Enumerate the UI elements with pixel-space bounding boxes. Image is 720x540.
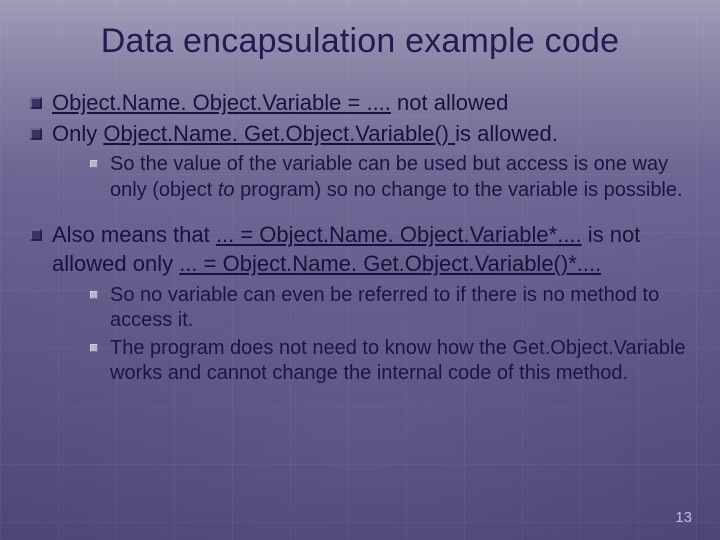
bullet-icon — [30, 128, 42, 140]
bullet-2-underline: Object.Name. Get.Object.Variable() — [103, 121, 455, 146]
sub-2-2-text: The program does not need to know how th… — [110, 336, 690, 387]
sub-bullet-icon — [90, 291, 98, 299]
slide-container: Data encapsulation example code Object.N… — [0, 0, 720, 540]
sub-bullet-icon — [90, 160, 98, 168]
sub-list-1: So the value of the variable can be used… — [90, 152, 690, 203]
sub-bullet-icon — [90, 344, 98, 352]
sub-1-1-text: So the value of the variable can be used… — [110, 152, 690, 203]
bullet-3-underline-2: ... = Object.Name. Get.Object.Variable()… — [179, 251, 601, 276]
bullet-2-tail: is allowed. — [455, 121, 558, 146]
bullet-icon — [30, 229, 42, 241]
bullet-1-underline: Object.Name. Object.Variable = .... — [52, 90, 391, 115]
bullet-1-text: Object.Name. Object.Variable = .... not … — [52, 89, 690, 118]
bullet-3-lead: Also means that — [52, 222, 216, 247]
sub-list-2: So no variable can even be referred to i… — [90, 283, 690, 387]
bullet-2-text: Only Object.Name. Get.Object.Variable() … — [52, 120, 690, 149]
bullet-3-text: Also means that ... = Object.Name. Objec… — [52, 221, 690, 278]
page-number: 13 — [675, 509, 692, 526]
sub-2-1: So no variable can even be referred to i… — [90, 283, 690, 334]
bullet-3: Also means that ... = Object.Name. Objec… — [30, 221, 690, 278]
sub-1-1: So the value of the variable can be used… — [90, 152, 690, 203]
sub-1-1-b: program) so no change to the variable is… — [235, 179, 683, 201]
slide-title: Data encapsulation example code — [30, 22, 690, 61]
bullet-1-tail: not allowed — [391, 90, 508, 115]
sub-2-1-text: So no variable can even be referred to i… — [110, 283, 690, 334]
bullet-3-underline-1: ... = Object.Name. Object.Variable*.... — [216, 222, 582, 247]
bullet-2: Only Object.Name. Get.Object.Variable() … — [30, 120, 690, 149]
bullet-2-lead: Only — [52, 121, 103, 146]
bullet-1: Object.Name. Object.Variable = .... not … — [30, 89, 690, 118]
sub-1-1-italic: to — [218, 179, 235, 201]
sub-2-2: The program does not need to know how th… — [90, 336, 690, 387]
bullet-icon — [30, 97, 42, 109]
